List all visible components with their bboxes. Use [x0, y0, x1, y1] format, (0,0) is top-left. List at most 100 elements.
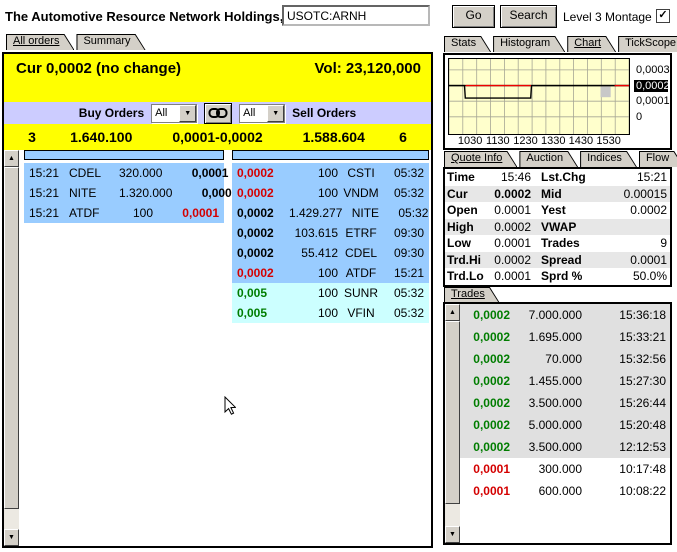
- bid-column-header: [24, 150, 224, 160]
- book-scrollbar[interactable]: ▲ ▼: [4, 150, 19, 546]
- y-axis-tick-label: 0,0003: [634, 64, 672, 76]
- quote-info-row: Low 0.0001 Trades 9: [445, 235, 670, 252]
- tab-chart-section[interactable]: Histogram: [493, 36, 565, 52]
- scroll-down-icon[interactable]: ▼: [4, 529, 19, 546]
- current-price-text: Cur 0,0002 (no change): [16, 60, 181, 77]
- tab-quote-section[interactable]: Auction: [519, 151, 578, 167]
- trades-list: 0,0002 7.000.000 15:36:18 0,0002 1.695.0…: [460, 304, 670, 543]
- scroll-down-icon[interactable]: ▼: [445, 526, 460, 543]
- x-axis-tick-label: 1130: [486, 135, 510, 147]
- go-button[interactable]: Go: [452, 5, 495, 28]
- ask-row[interactable]: 0,0002 55.412 CDEL 09:30: [232, 243, 429, 263]
- trades-panel: ▲ ▼ 0,0002 7.000.000 15:36:18 0,0002 1.6…: [443, 302, 672, 545]
- trade-row[interactable]: 0,0002 5.000.000 15:20:48: [460, 414, 670, 436]
- tab-chart-section[interactable]: TickScope: [618, 36, 677, 52]
- x-axis-tick-label: 1330: [541, 135, 565, 147]
- tab-quote-section[interactable]: Flow: [639, 151, 677, 167]
- order-filter-bar: Buy Orders All ▼ All ▼ Sell Orders: [4, 102, 431, 124]
- volume-text: Vol: 23,120,000: [315, 60, 421, 77]
- trade-row[interactable]: 0,0002 3.500.000 12:12:53: [460, 436, 670, 458]
- mouse-cursor: [224, 396, 236, 420]
- price-header: Cur 0,0002 (no change) Vol: 23,120,000: [4, 54, 431, 102]
- ask-rows: 0,0002 100 CSTI 05:32 0,0002 100 VNDM 05…: [232, 163, 429, 323]
- bid-rows: 15:21 CDEL 320.000 0,0001 15:21 NITE 1.3…: [24, 163, 224, 223]
- y-axis-tick-label: 0,0001: [634, 95, 672, 107]
- ask-column: 0,0002 100 CSTI 05:32 0,0002 100 VNDM 05…: [232, 150, 429, 546]
- trade-row[interactable]: 0,0002 1.455.000 15:27:30: [460, 370, 670, 392]
- tab-orders[interactable]: All orders: [6, 34, 74, 50]
- trade-row[interactable]: 0,0002 70.000 15:32:56: [460, 348, 670, 370]
- ask-row[interactable]: 0,0002 100 CSTI 05:32: [232, 163, 429, 183]
- quote-info-row: High 0.0002 VWAP: [445, 219, 670, 236]
- inside-spread: 0,0001-0,0002: [143, 129, 293, 145]
- x-axis-tick-label: 1430: [569, 135, 593, 147]
- trades-scrollbar[interactable]: ▲ ▼: [445, 304, 460, 543]
- scroll-up-icon[interactable]: ▲: [4, 150, 19, 167]
- quote-info-row: Trd.Lo 0.0001 Sprd % 50.0%: [445, 268, 670, 285]
- chevron-down-icon[interactable]: ▼: [179, 105, 196, 122]
- sell-orders-label: Sell Orders: [292, 106, 356, 120]
- montage-panel: Cur 0,0002 (no change) Vol: 23,120,000 B…: [2, 52, 433, 548]
- bid-mm-count: 3: [4, 129, 60, 145]
- chevron-down-icon[interactable]: ▼: [267, 105, 284, 122]
- x-axis-tick-label: 1030: [458, 135, 482, 147]
- bbo-summary-row: 3 1.640.100 0,0001-0,0002 1.588.604 6: [4, 124, 431, 150]
- trade-row[interactable]: 0,0001 300.000 10:17:48: [460, 458, 670, 480]
- chain-link-icon: [208, 107, 228, 119]
- ask-row[interactable]: 0,0002 100 VNDM 05:32: [232, 183, 429, 203]
- scrollbar-thumb[interactable]: [445, 321, 460, 504]
- chart-panel: 0,0003 0,0002 0,0001 0 1030 11301230 1330 1430…: [443, 53, 672, 150]
- price-chart-plot[interactable]: [448, 58, 630, 135]
- trade-row[interactable]: 0,0002 3.500.000 15:26:44: [460, 392, 670, 414]
- sell-filter-select[interactable]: All ▼: [239, 104, 285, 123]
- y-axis-tick-label: 0: [634, 111, 644, 123]
- quote-info-row: Time 15:46 Lst.Chg 15:21: [445, 169, 670, 186]
- y-axis-tick-label: 0,0002: [634, 80, 668, 92]
- ask-row[interactable]: 0,0002 1.429.277 NITE 05:32: [232, 203, 429, 223]
- bid-column: 15:21 CDEL 320.000 0,0001 15:21 NITE 1.3…: [24, 150, 224, 546]
- x-axis-tick-label: 1230: [513, 135, 537, 147]
- bid-row[interactable]: 15:21 NITE 1.320.000 0,0001: [24, 183, 224, 203]
- tab-chart-section[interactable]: Stats: [444, 36, 491, 52]
- tab-chart-section[interactable]: Chart: [567, 36, 616, 52]
- ask-row[interactable]: 0,005 100 VFIN 05:32: [232, 303, 429, 323]
- scrollbar-thumb[interactable]: [4, 167, 19, 509]
- trade-row[interactable]: 0,0001 600.000 10:08:22: [460, 480, 670, 502]
- level3-montage-label: Level 3 Montage: [563, 10, 652, 24]
- tab-trades[interactable]: Trades: [444, 287, 500, 303]
- bid-row[interactable]: 15:21 CDEL 320.000 0,0001: [24, 163, 224, 183]
- quote-tab-strip: Quote InfoAuctionIndicesFlow: [444, 151, 677, 167]
- quote-info-row: Cur 0.0002 Mid 0.00015: [445, 186, 670, 203]
- chart-tab-strip: StatsHistogramChartTickScope: [444, 36, 677, 52]
- chart-canvas: [449, 59, 629, 134]
- buy-filter-select[interactable]: All ▼: [151, 104, 197, 123]
- chart-x-axis: 1030 11301230 1330 14301530: [448, 135, 630, 147]
- buy-orders-label: Buy Orders: [79, 106, 144, 120]
- company-title: The Automotive Resource Network Holdings…: [5, 9, 282, 24]
- tab-quote-section[interactable]: Indices: [580, 151, 637, 167]
- level3-montage-checkbox[interactable]: ✓: [656, 9, 670, 23]
- order-book: ▲ ▼ 15:21 CDEL 320.000 0,0001 15:21: [4, 150, 431, 546]
- x-axis-tick-label: 1530: [596, 135, 620, 147]
- trade-row[interactable]: 0,0002 1.695.000 15:33:21: [460, 326, 670, 348]
- ask-row[interactable]: 0,005 100 SUNR 05:32: [232, 283, 429, 303]
- tab-quote-section[interactable]: Quote Info: [444, 151, 517, 167]
- quote-info-panel: Time 15:46 Lst.Chg 15:21 Cur 0.0002 Mid …: [443, 167, 672, 287]
- trade-row[interactable]: 0,0002 7.000.000 15:36:18: [460, 304, 670, 326]
- ask-column-header: [232, 150, 429, 160]
- ask-row[interactable]: 0,0002 100 ATDF 15:21: [232, 263, 429, 283]
- search-button[interactable]: Search: [500, 5, 557, 28]
- chart-y-axis: 0,00030,00020,00010: [634, 58, 668, 135]
- bid-total-size: 1.640.100: [60, 129, 143, 145]
- scroll-up-icon[interactable]: ▲: [445, 304, 460, 321]
- link-scroll-button[interactable]: [204, 103, 232, 124]
- top-bar: The Automotive Resource Network Holdings…: [0, 0, 677, 32]
- ask-total-size: 1.588.604: [293, 129, 376, 145]
- tab-orders[interactable]: Summary: [76, 34, 145, 50]
- quote-info-row: Open 0.0001 Yest 0.0002: [445, 202, 670, 219]
- symbol-input[interactable]: [282, 5, 430, 26]
- bid-row[interactable]: 15:21 ATDF 100 0,0001: [24, 203, 224, 223]
- ask-row[interactable]: 0,0002 103.615 ETRF 09:30: [232, 223, 429, 243]
- level3-montage-window: { "header": { "title": "The Automotive R…: [0, 0, 677, 552]
- orders-tab-strip: All ordersSummary: [6, 34, 148, 50]
